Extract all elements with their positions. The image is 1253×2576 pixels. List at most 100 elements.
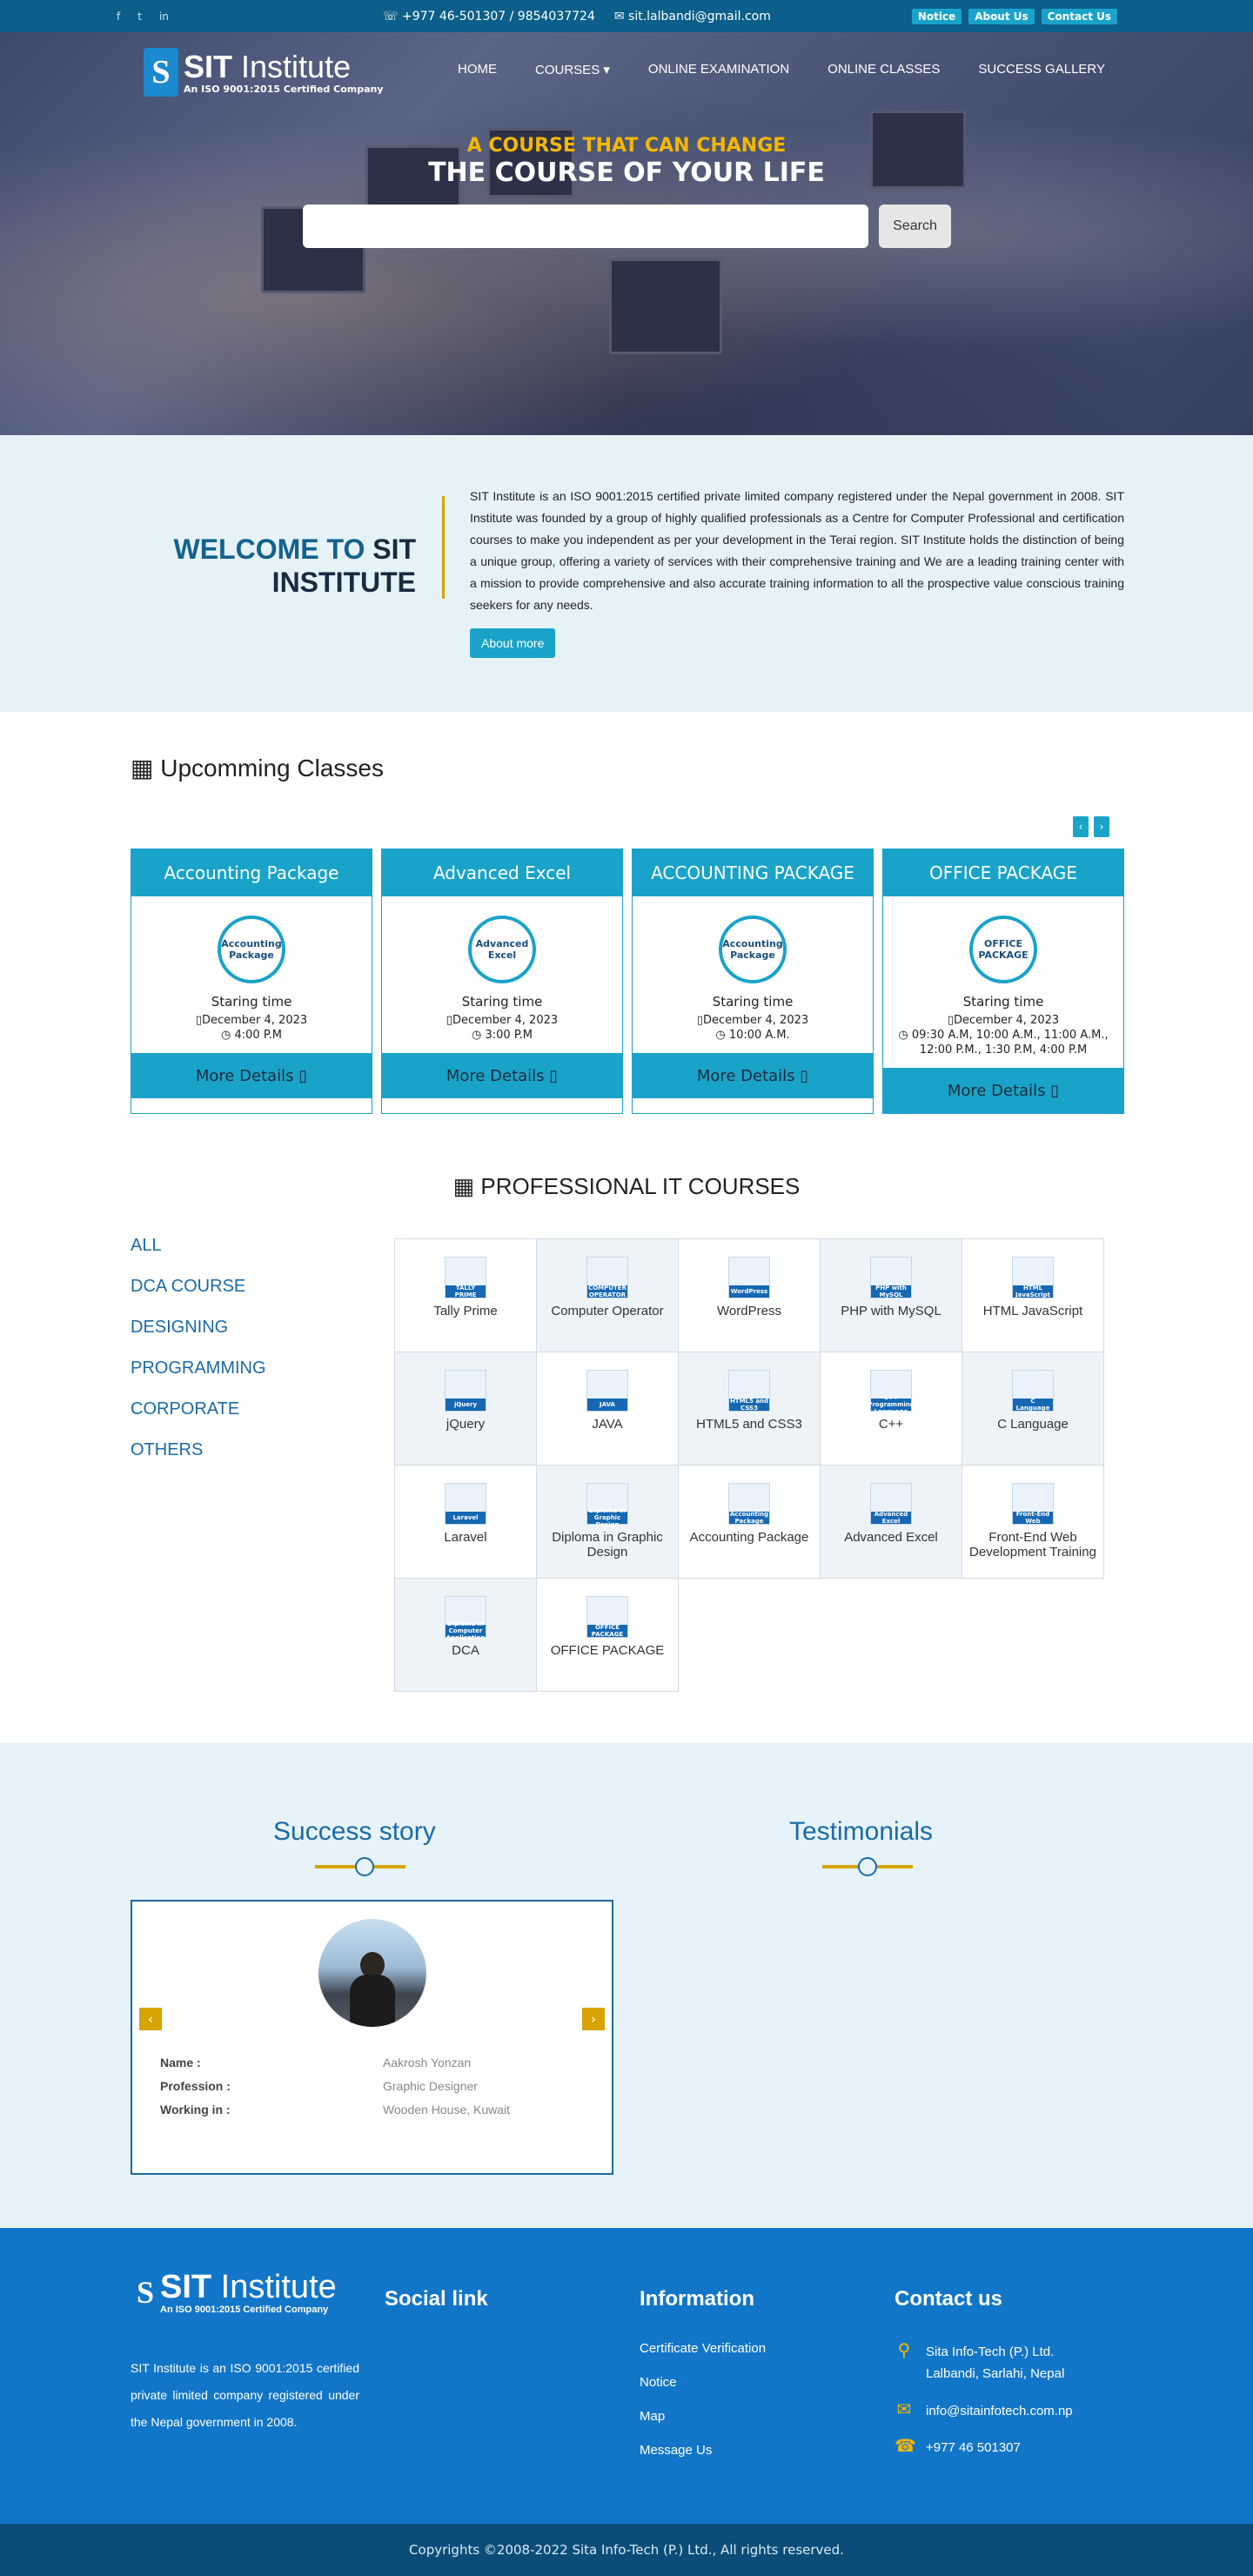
c-language-icon: C Language bbox=[1012, 1370, 1054, 1412]
course-tile[interactable]: JAVA JAVA bbox=[537, 1352, 679, 1466]
office-package-icon: OFFICE PACKAGE bbox=[969, 916, 1037, 983]
topbar-contact: ☏ +977 46-501307 / 9854037724 ✉ sit.lalb… bbox=[383, 10, 771, 23]
category-others[interactable]: OTHERS bbox=[131, 1440, 266, 1460]
avatar bbox=[318, 1919, 426, 2027]
certificate-verification-link[interactable]: Certificate Verification bbox=[640, 2341, 766, 2356]
nav-success-gallery[interactable]: SUCCESS GALLERY bbox=[978, 62, 1105, 77]
category-programming[interactable]: PROGRAMMING bbox=[131, 1358, 266, 1379]
course-tile[interactable]: Accounting Package Accounting Package bbox=[679, 1466, 821, 1579]
search-input[interactable] bbox=[303, 205, 868, 248]
contact-us-link[interactable]: Contact Us bbox=[1041, 8, 1117, 24]
nav-courses[interactable]: COURSES ▾ bbox=[535, 62, 610, 77]
person-profession: Graphic Designer bbox=[383, 2079, 478, 2093]
class-card-title[interactable]: ACCOUNTING PACKAGE bbox=[633, 849, 873, 896]
course-name: JAVA bbox=[592, 1417, 623, 1432]
category-designing[interactable]: DESIGNING bbox=[131, 1318, 266, 1338]
more-details-button[interactable]: More Details ▯ bbox=[883, 1068, 1123, 1113]
nav-online-examination[interactable]: ONLINE EXAMINATION bbox=[648, 62, 789, 77]
about-us-link[interactable]: About Us bbox=[968, 8, 1035, 24]
map-link[interactable]: Map bbox=[640, 2409, 766, 2424]
course-tile[interactable]: jQuery jQuery bbox=[395, 1352, 537, 1466]
course-tile[interactable]: Diploma in Computer Application DCA bbox=[395, 1579, 537, 1692]
course-name: HTML JavaScript bbox=[982, 1304, 1083, 1318]
social-link-title: Social link bbox=[385, 2287, 488, 2311]
class-card-date: ▯December 4, 2023 bbox=[446, 1014, 559, 1027]
course-tile[interactable]: PHP with MySQL PHP with MySQL bbox=[821, 1239, 962, 1352]
contact-us-title: Contact us bbox=[895, 2287, 1003, 2311]
class-card: Advanced Excel Advanced Excel Staring ti… bbox=[381, 849, 623, 1114]
contact-phone-link[interactable]: +977 46 501307 bbox=[926, 2437, 1021, 2459]
course-tile[interactable]: OFFICE PACKAGE OFFICE PACKAGE bbox=[537, 1579, 679, 1692]
facebook-icon[interactable]: f bbox=[117, 10, 120, 23]
nav-online-classes[interactable]: ONLINE CLASSES bbox=[828, 62, 940, 77]
class-card-date: ▯December 4, 2023 bbox=[947, 1014, 1060, 1027]
course-tile[interactable]: C++ Programming Language C++ bbox=[821, 1352, 962, 1466]
carousel-next-button[interactable]: › bbox=[1094, 816, 1109, 837]
story-prev-button[interactable]: ‹ bbox=[139, 2008, 162, 2030]
course-tile[interactable]: HTML JavaScript HTML JavaScript bbox=[962, 1239, 1104, 1352]
class-card-time: ◷ 4:00 P.M bbox=[221, 1029, 282, 1042]
twitter-icon[interactable]: t bbox=[137, 10, 142, 23]
contact-phone: ☎ +977 46 501307 bbox=[895, 2437, 1021, 2459]
welcome-section: WELCOME TO SIT INSTITUTE SIT Institute i… bbox=[0, 435, 1253, 712]
success-story-card: ‹ › Name : Aakrosh Yonzan Profession : Gra… bbox=[131, 1900, 613, 2175]
course-tile[interactable]: TALLY PRIME Tally Prime bbox=[395, 1239, 537, 1352]
carousel-prev-button[interactable]: ‹ bbox=[1073, 816, 1089, 837]
excel-icon: Advanced Excel bbox=[468, 916, 536, 983]
php-mysql-icon: PHP with MySQL bbox=[870, 1257, 912, 1298]
nav-home[interactable]: HOME bbox=[458, 62, 497, 77]
course-tile[interactable]: Laravel Laravel bbox=[395, 1466, 537, 1579]
hero-banner: S SIT Institute An ISO 9001:2015 Certifi… bbox=[0, 32, 1253, 435]
footer-logo[interactable]: S SIT Institute An ISO 9001:2015 Certifi… bbox=[131, 2270, 337, 2315]
class-card: OFFICE PACKAGE OFFICE PACKAGE Staring ti… bbox=[882, 849, 1124, 1114]
dca-icon: Diploma in Computer Application bbox=[445, 1596, 486, 1641]
course-tile[interactable]: C Language C Language bbox=[962, 1352, 1104, 1466]
more-details-button[interactable]: More Details ▯ bbox=[131, 1053, 372, 1098]
course-name: Diploma in Graphic Design bbox=[552, 1530, 663, 1560]
course-tile[interactable]: Diploma in Graphic Design Diploma in Grap… bbox=[537, 1466, 679, 1579]
course-name: Advanced Excel bbox=[844, 1530, 938, 1545]
topbar-email[interactable]: ✉ sit.lalbandi@gmail.com bbox=[614, 10, 771, 23]
search-button[interactable]: Search bbox=[879, 205, 951, 248]
category-corporate[interactable]: CORPORATE bbox=[131, 1399, 266, 1419]
contact-email-link[interactable]: info@sitainfotech.com.np bbox=[926, 2400, 1073, 2422]
class-card-title[interactable]: Accounting Package bbox=[131, 849, 372, 896]
computer-operator-icon: COMPUTER OPERATOR bbox=[586, 1257, 628, 1298]
address-line-1: Sita Info-Tech (P.) Ltd. bbox=[926, 2345, 1055, 2359]
site-logo[interactable]: S SIT Institute An ISO 9001:2015 Certifi… bbox=[144, 48, 384, 97]
more-details-button[interactable]: More Details ▯ bbox=[382, 1053, 622, 1098]
person-workplace: Wooden House, Kuwait bbox=[383, 2103, 511, 2116]
course-tile[interactable]: Front-End Web Front-End Web Development T… bbox=[962, 1466, 1104, 1579]
class-card-title[interactable]: Advanced Excel bbox=[382, 849, 622, 896]
information-links: Certificate Verification Notice Map Mess… bbox=[640, 2341, 766, 2458]
more-details-button[interactable]: More Details ▯ bbox=[633, 1053, 873, 1098]
front-end-web-icon: Front-End Web bbox=[1012, 1483, 1054, 1525]
professional-courses-title: ▦ PROFESSIONAL IT COURSES bbox=[452, 1173, 801, 1199]
person-name: Aakrosh Yonzan bbox=[383, 2056, 472, 2070]
linkedin-icon[interactable]: in bbox=[159, 10, 169, 23]
category-all[interactable]: ALL bbox=[131, 1236, 266, 1256]
course-tile[interactable]: HTML5 and CSS3 HTML5 and CSS3 bbox=[679, 1352, 821, 1466]
accounting-package-icon: Accounting Package bbox=[728, 1483, 770, 1525]
about-more-button[interactable]: About more bbox=[470, 628, 556, 658]
class-card-title[interactable]: OFFICE PACKAGE bbox=[883, 849, 1123, 896]
course-tile[interactable]: Advanced Excel Advanced Excel bbox=[821, 1466, 962, 1579]
footer: S SIT Institute An ISO 9001:2015 Certifi… bbox=[0, 2228, 1253, 2524]
welcome-title-b: SIT bbox=[372, 533, 416, 565]
logo-brand-rest: Institute bbox=[232, 48, 352, 84]
course-name: PHP with MySQL bbox=[841, 1304, 941, 1318]
course-tile[interactable]: WordPress WordPress bbox=[679, 1239, 821, 1352]
profession-label: Profession : bbox=[160, 2079, 231, 2093]
hero-search: Search bbox=[303, 205, 951, 248]
class-card: Accounting Package Accounting Package St… bbox=[131, 849, 372, 1114]
excel-icon: Advanced Excel bbox=[870, 1483, 912, 1525]
notice-link[interactable]: Notice bbox=[640, 2375, 766, 2390]
category-dca-course[interactable]: DCA COURSE bbox=[131, 1277, 266, 1297]
topbar-phone: ☏ +977 46-501307 / 9854037724 bbox=[383, 9, 595, 23]
course-tile[interactable]: COMPUTER OPERATOR Computer Operator bbox=[537, 1239, 679, 1352]
message-us-link[interactable]: Message Us bbox=[640, 2443, 766, 2458]
logo-tagline: An ISO 9001:2015 Certified Company bbox=[184, 83, 384, 95]
class-card-start-label: Staring time bbox=[712, 994, 794, 1010]
story-next-button[interactable]: › bbox=[582, 2008, 605, 2030]
notice-link[interactable]: Notice bbox=[911, 8, 962, 24]
